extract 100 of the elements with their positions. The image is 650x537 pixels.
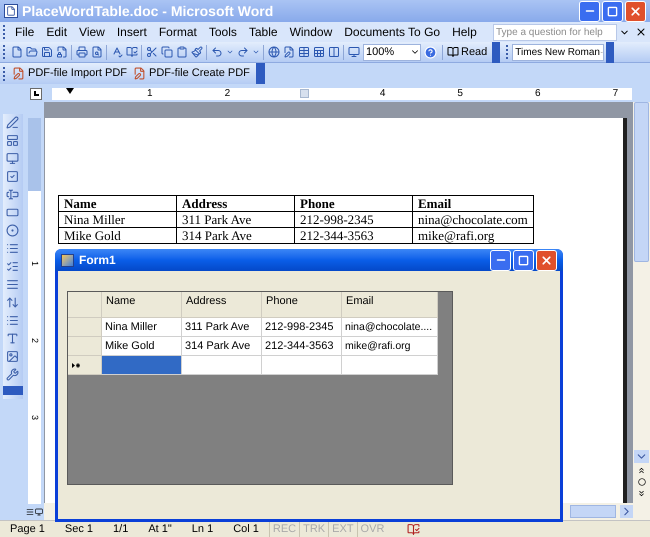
help-icon[interactable] <box>424 46 437 58</box>
menu-item[interactable]: Tools <box>202 23 243 41</box>
normal-view-icon[interactable] <box>26 508 34 516</box>
menu-item[interactable]: File <box>9 23 40 41</box>
scroll-thumb[interactable] <box>634 102 649 262</box>
column-header[interactable]: Email <box>342 292 438 318</box>
menu-item[interactable]: Format <box>152 23 203 41</box>
new-row-header[interactable] <box>68 356 102 375</box>
grid-cell[interactable]: 212-344-3563 <box>262 337 342 356</box>
menu-item[interactable]: Documents To Go <box>338 23 446 41</box>
help-field[interactable]: Type a question for help <box>493 24 617 40</box>
font-combo[interactable]: Times New Roman <box>512 44 604 60</box>
grid-cell[interactable]: 314 Park Ave <box>182 337 262 356</box>
toolbar-options-button[interactable] <box>606 42 614 62</box>
horizontal-scrollbar[interactable] <box>570 505 616 518</box>
scroll-right-button[interactable] <box>620 505 633 518</box>
tools-icon[interactable] <box>6 368 19 381</box>
grid-cell[interactable]: 311 Park Ave <box>182 318 262 337</box>
toolbar-options-button[interactable] <box>256 63 265 84</box>
scroll-bar-icon[interactable] <box>6 314 19 327</box>
spelling-icon[interactable] <box>110 46 122 58</box>
new-document-icon[interactable] <box>10 46 22 58</box>
menu-item[interactable]: Help <box>446 23 483 41</box>
spelling-status-icon[interactable] <box>407 522 420 536</box>
cut-icon[interactable] <box>146 46 158 58</box>
toolbar-options-icon[interactable] <box>2 386 22 395</box>
column-header[interactable]: Phone <box>262 292 342 318</box>
next-page-icon[interactable] <box>637 489 646 498</box>
maximize-button[interactable] <box>602 0 623 22</box>
table-icon[interactable] <box>298 46 310 58</box>
tables-borders-icon[interactable] <box>282 46 294 58</box>
option-button-icon[interactable] <box>6 224 19 237</box>
web-view-icon[interactable] <box>35 508 43 516</box>
zoom-combo[interactable]: 100% <box>363 44 421 60</box>
toolbar-grip-icon[interactable] <box>3 45 6 59</box>
print-icon[interactable] <box>76 46 88 58</box>
undo-icon[interactable] <box>210 46 222 58</box>
read-button[interactable]: Read <box>445 44 490 60</box>
menu-item[interactable]: Window <box>284 23 338 41</box>
tab-selector-button[interactable] <box>30 88 42 100</box>
column-header[interactable]: Address <box>182 292 262 318</box>
format-painter-icon[interactable] <box>190 46 202 58</box>
menu-item[interactable]: View <box>73 23 111 41</box>
checkbox-icon[interactable] <box>6 170 19 183</box>
minimize-button[interactable] <box>579 0 600 22</box>
menu-item[interactable]: Insert <box>110 23 153 41</box>
text-box-icon[interactable] <box>6 188 19 201</box>
draw-icon[interactable] <box>6 116 19 129</box>
grid-cell[interactable]: mike@rafi.org <box>342 337 438 356</box>
close-button[interactable] <box>625 0 646 22</box>
image-icon[interactable] <box>6 350 19 363</box>
toolbar-grip-icon[interactable] <box>3 66 6 80</box>
new-row-cell[interactable] <box>262 356 342 375</box>
save-icon[interactable] <box>40 46 52 58</box>
vertical-scrollbar[interactable] <box>633 102 650 503</box>
folder-icon[interactable] <box>26 46 38 58</box>
command-button-icon[interactable] <box>6 206 19 219</box>
close-button[interactable] <box>536 250 557 270</box>
frame-icon[interactable] <box>6 278 19 291</box>
list-box-icon[interactable] <box>6 242 19 255</box>
toolbar-grip-icon[interactable] <box>3 25 6 39</box>
paste-icon[interactable] <box>176 46 188 58</box>
menu-item[interactable]: Edit <box>40 23 74 41</box>
maximize-button[interactable] <box>513 250 534 270</box>
new-row-cell[interactable] <box>342 356 438 375</box>
menu-item[interactable]: Table <box>242 23 284 41</box>
print-preview-icon[interactable] <box>90 46 102 58</box>
redo-icon[interactable] <box>236 46 248 58</box>
close-icon[interactable] <box>635 26 647 38</box>
permission-icon[interactable] <box>56 46 68 58</box>
hyperlink-icon[interactable] <box>268 46 280 58</box>
columns-icon[interactable] <box>328 46 340 58</box>
copy-icon[interactable] <box>160 46 172 58</box>
table-cell: 212-344-3563 <box>294 228 412 244</box>
spreadsheet-icon[interactable] <box>312 46 324 58</box>
monitor-icon[interactable] <box>6 152 19 165</box>
new-row-cell[interactable] <box>182 356 262 375</box>
form-field-icon[interactable] <box>6 134 19 147</box>
document-map-icon[interactable] <box>348 46 360 58</box>
grid-cell[interactable]: nina@chocolate.... <box>342 318 438 337</box>
pdf-button[interactable]: PDF-file Create PDF <box>130 65 253 82</box>
browse-object-icon[interactable] <box>638 478 646 486</box>
table-cell: 311 Park Ave <box>176 212 294 228</box>
scroll-down-button[interactable] <box>634 450 649 463</box>
grid-cell[interactable]: Mike Gold <box>102 337 182 356</box>
minimize-button[interactable] <box>490 250 511 270</box>
previous-page-icon[interactable] <box>637 466 646 475</box>
toolbar-options-button[interactable] <box>492 42 500 62</box>
combo-box-icon[interactable] <box>6 260 19 273</box>
grid-cell[interactable]: 212-998-2345 <box>262 318 342 337</box>
research-icon[interactable] <box>126 46 138 58</box>
toolbar-grip-icon[interactable] <box>506 45 510 59</box>
column-marker[interactable] <box>300 89 309 98</box>
ruler-number: 7 <box>612 88 618 98</box>
column-header[interactable]: Name <box>102 292 182 318</box>
pdf-button[interactable]: PDF-file Import PDF <box>9 65 130 82</box>
spin-button-icon[interactable] <box>6 296 19 309</box>
grid-cell[interactable]: Nina Miller <box>102 318 182 337</box>
label-icon[interactable] <box>6 332 19 345</box>
new-row-cell[interactable] <box>102 356 182 375</box>
